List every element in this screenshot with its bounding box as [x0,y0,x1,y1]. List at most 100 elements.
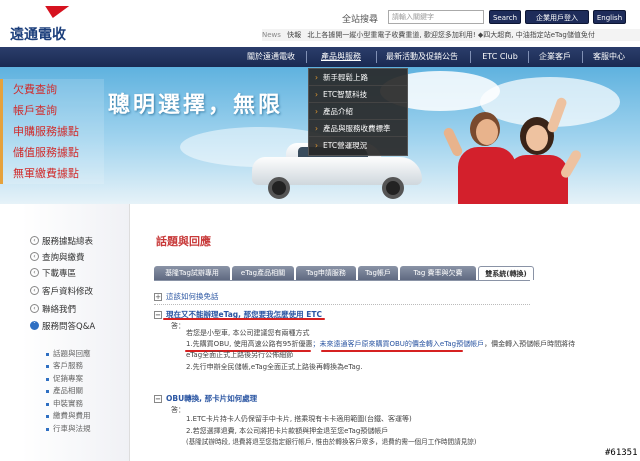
nav-divider [528,51,529,63]
sidebar-subitem-topics[interactable]: 話題與回應 [46,348,91,359]
red-underline-annotation [321,350,463,352]
sidebar-item-query-payment[interactable]: ‹ 查詢與繳費 [30,251,85,266]
sidebar-subitem-installation[interactable]: 申裝實務 [46,398,83,409]
person-face [476,119,498,145]
faq-question-text: 這該如何換免話 [166,292,219,301]
dropdown-item-etc-tech[interactable]: ETC智慧科技 [309,86,407,103]
logo[interactable]: 遠通電收 [10,6,80,43]
answer-line: 2.先行申辦全民儲帳,eTag全面正式上路後再轉換為eTag. [186,363,363,371]
news-text[interactable]: 北上各據開一縱小型重電子收費重道, 歡迎您多加利用! ◆四大超商, 中油指定站e… [307,31,594,39]
logo-mark-icon [40,6,70,18]
dropdown-item-getting-started[interactable]: 新手輕鬆上路 [309,69,407,86]
chevron-left-icon: ‹ [30,268,39,277]
nav-item-products[interactable]: 產品與服務 [310,47,372,67]
nav-divider [582,51,583,63]
page-title: 話題與回應 [156,235,211,248]
collapse-minus-icon: − [154,311,162,319]
quick-link-account[interactable]: 帳戶查詢 [0,100,104,121]
sidebar-subitem-promotions[interactable]: 促銷專案 [46,373,83,384]
sidebar-subitem-products[interactable]: 產品相關 [46,385,83,396]
sidebar: ‹ 服務據點總表 ‹ 查詢與繳費 ‹ 下載專區 ‹ 客戶資料修改 ‹ 聯絡我們 ˇ 服務問答… [22,204,130,461]
chevron-left-icon: ‹ [30,252,39,261]
quick-link-payment-points[interactable]: 無軍繳費據點 [0,163,104,184]
faq-divider [154,304,530,305]
person-shirt [508,155,568,204]
tab-tag-account[interactable]: Tag帳戶 [358,266,398,280]
chevron-left-icon: ‹ [30,236,39,245]
quick-link-apply-points[interactable]: 申購服務據點 [0,121,104,142]
car-wheel [382,177,404,199]
sidebar-item-qa[interactable]: ˇ 服務問答Q&A [30,320,95,335]
site-header: 遠通電收 全站搜尋 請輸入關鍵字 Search 企業用戶登入 English N… [0,0,640,47]
sidebar-item-downloads[interactable]: ‹ 下載專區 [30,267,76,282]
faq-question-1[interactable]: + 這該如何換免話 [154,291,219,302]
dropdown-item-pricing[interactable]: 產品與服務收費標準 [309,120,407,137]
dropdown-item-products[interactable]: 產品介紹 [309,103,407,120]
answer-line: 若您是小型車, 本公司建議您有兩種方式 [186,329,310,337]
answer-line: 1.先購買OBU, 使用高速公路有95折優惠；未來遠通客戶原來購買OBU的價金轉… [186,339,575,350]
chevron-down-icon: ˇ [30,321,39,330]
sidebar-subitem-traffic-rules[interactable]: 行車與法規 [46,423,91,434]
image-id-badge: #61351 [603,448,640,458]
search-input[interactable]: 請輸入關鍵字 [388,10,484,24]
person-arm [442,126,464,158]
collapse-minus-icon: − [154,395,162,403]
answer-label: 答： [171,322,185,330]
faq-question-3[interactable]: − OBU轉換, 那卡片如何處理 [154,393,257,404]
person-face [526,125,548,151]
dropdown-item-operations[interactable]: ETC營運現況 [309,137,407,154]
chevron-left-icon: ‹ [30,304,39,313]
tab-underline [154,280,530,281]
logo-text: 遠通電收 [10,27,66,43]
answer-line: 1.ETC卡片持卡人仍保留手中卡片, 搭乘現有卡卡適用範圍(台鐵、客運等) [186,415,412,423]
search-label: 全站搜尋 [342,15,379,25]
quick-link-topup-points[interactable]: 儲值服務據點 [0,142,104,163]
answer-line: 2.若您選擇退費, 本公司將把卡片款額與押金退至您eTag預儲帳戶 [186,427,389,435]
sidebar-item-label: 聯絡我們 [42,305,77,315]
answer-highlight: ；未來遠通客戶原來購買OBU的價金轉入eTag預儲帳戶 [312,340,485,348]
nav-item-service-center[interactable]: 客服中心 [586,47,632,67]
answer-segment: 1.先購買OBU, 使用高速公路有95折優惠 [186,340,313,348]
sidebar-item-label: 服務問答Q&A [42,322,96,332]
corp-login-button[interactable]: 企業用戶登入 [525,10,589,24]
tab-tag-fees[interactable]: Tag 費率與欠費 [400,266,476,280]
sidebar-item-contact[interactable]: ‹ 聯絡我們 [30,303,76,318]
car-wheel [268,177,290,199]
hero-title: 聰明選擇，無限 [108,93,284,118]
products-dropdown-menu: 新手輕鬆上路 ETC智慧科技 產品介紹 產品與服務收費標準 ETC營運現況 [308,68,408,156]
sidebar-subitem-fees[interactable]: 繳費與費用 [46,410,91,421]
answer-label: 答： [171,406,185,414]
tab-etag-products[interactable]: eTag產品相關 [232,266,294,280]
sidebar-item-label: 下載專區 [42,269,77,279]
sidebar-item-profile-edit[interactable]: ‹ 客戶資料修改 [30,285,93,300]
red-underline-annotation [163,318,325,320]
main-nav: 關於遠通電收 產品與服務 最新活動及促銷公告 ETC Club 企業客戶 客服中… [0,47,640,67]
tab-keelung-trial[interactable]: 基隆Tag試辦專用 [154,266,230,280]
quick-links: 欠費查詢 帳戶查詢 申購服務據點 儲值服務據點 無軍繳費據點 [0,79,104,184]
english-button[interactable]: English [593,10,626,24]
nav-item-corporate[interactable]: 企業客戶 [532,47,578,67]
answer-line: eTag全面正式上路後另行公佈細節 [186,351,294,359]
nav-item-promotions[interactable]: 最新活動及促銷公告 [378,47,466,67]
search-button[interactable]: Search [489,10,521,24]
answer-segment: ，價金轉入預儲帳戶時間將待 [484,340,576,348]
quick-link-arrears[interactable]: 欠費查詢 [0,79,104,100]
nav-item-etc-club[interactable]: ETC Club [476,47,524,67]
tab-dual-system[interactable]: 雙系統(轉換) [478,266,534,280]
sidebar-item-label: 服務據點總表 [42,237,94,247]
answer-line: (基隆試辦時段, 退費將退至您指定銀行帳戶, 惟由於轉換客戶眾多，退費約需一個月… [186,438,477,446]
news-ticker: News 快報 北上各據開一縱小型重電子收費重道, 歡迎您多加利用! ◆四大超商… [262,29,640,41]
news-label: News [262,31,281,39]
chevron-left-icon: ‹ [30,286,39,295]
nav-item-about[interactable]: 關於遠通電收 [240,47,302,67]
expand-plus-icon: + [154,293,162,301]
page-margin [0,204,22,461]
sidebar-item-locations[interactable]: ‹ 服務據點總表 [30,235,93,250]
tab-tag-application[interactable]: Tag申請服務 [296,266,356,280]
sidebar-subitem-customer-service[interactable]: 客戶服務 [46,360,83,371]
news-quicklink[interactable]: 快報 [287,31,301,39]
nav-divider [470,51,471,63]
sidebar-item-label: 客戶資料修改 [42,287,94,297]
sidebar-item-label: 查詢與繳費 [42,253,85,263]
faq-question-text: OBU轉換, 那卡片如何處理 [166,394,258,403]
